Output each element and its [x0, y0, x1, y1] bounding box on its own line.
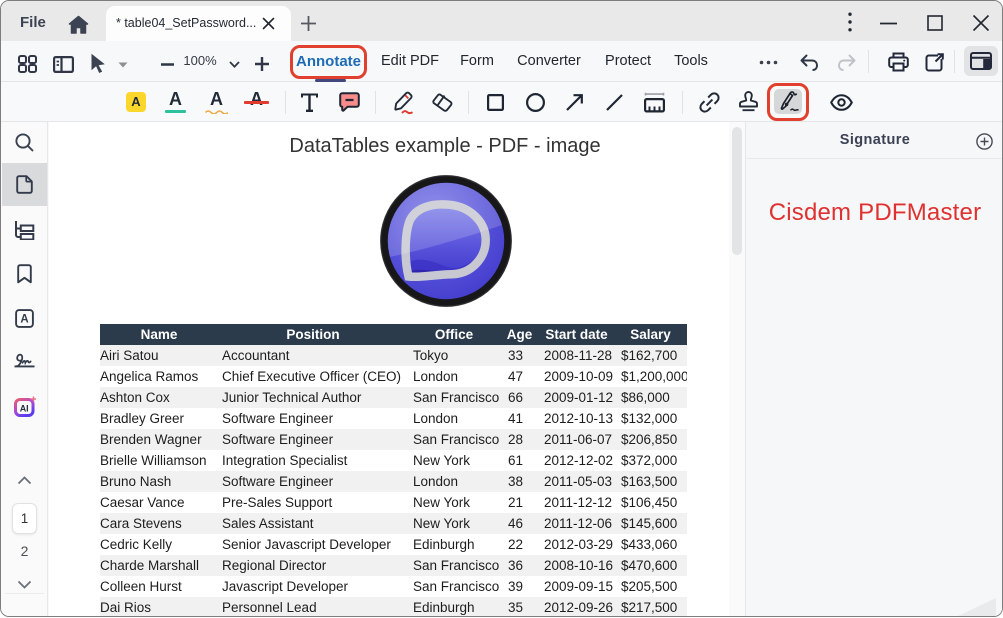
svg-text:AI: AI	[20, 403, 29, 413]
svg-text:A: A	[20, 314, 28, 326]
